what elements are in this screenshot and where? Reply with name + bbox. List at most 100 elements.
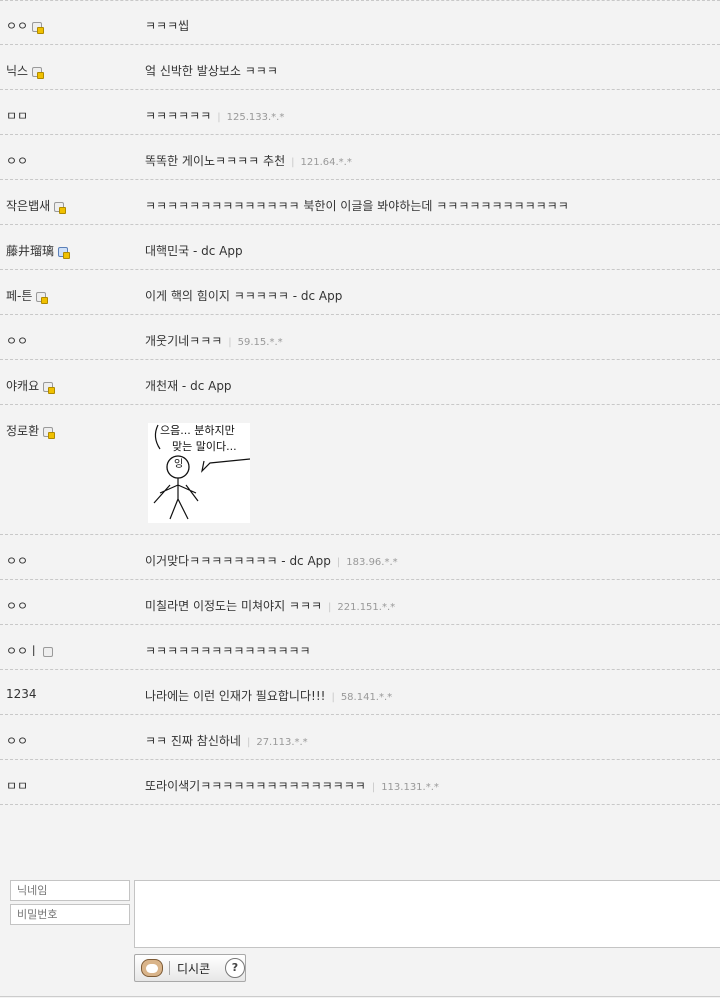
comment-nickname-text: ㅇㅇㅣ [6, 644, 40, 658]
comment-body: 이거맞다ㅋㅋㅋㅋㅋㅋㅋㅋ - dc App [145, 554, 331, 568]
comment-body: ㅋㅋㅋㅋㅋㅋㅋㅋㅋㅋㅋㅋㅋㅋ 북한이 이글을 봐야하는데 ㅋㅋㅋㅋㅋㅋㅋㅋㅋㅋㅋ… [145, 199, 569, 213]
comment-ip: | 125.133.*.* [217, 112, 284, 123]
ip-separator: | [328, 602, 332, 613]
comment-body: 개웃기네ㅋㅋㅋ [145, 334, 223, 348]
dccon-face-text: 잉 [174, 459, 184, 470]
gallog-icon[interactable] [58, 247, 71, 259]
ip-separator: | [336, 557, 341, 568]
comment-body: 대핵민국 - dc App [145, 244, 243, 258]
comment-text: 미칠라면 이정도는 미쳐야지 ㅋㅋㅋ | 221.151.*.* [145, 597, 395, 614]
help-button[interactable]: ? [225, 958, 245, 978]
comment-nickname[interactable]: ㅇㅇ [6, 152, 28, 169]
comment-row: ㅁㅁ ㅋㅋㅋㅋㅋㅋ | 125.133.*.* [0, 90, 720, 135]
ip-value: 125.133.*.* [226, 112, 285, 123]
comment-nickname-text: 페-튼 [6, 289, 33, 303]
comment-nickname-text: 야캐요 [6, 379, 40, 393]
comment-ip: | 59.15.*.* [228, 337, 282, 348]
comment-nickname[interactable]: ㅇㅇ [6, 597, 28, 614]
nickname-input[interactable] [10, 880, 130, 901]
comment-nickname-text: ㅁㅁ [6, 779, 29, 793]
comment-row: ㅇㅇ 개웃기네ㅋㅋㅋ | 59.15.*.* [0, 315, 720, 360]
comment-text: 개웃기네ㅋㅋㅋ | 59.15.*.* [145, 332, 283, 349]
comment-body: 개천재 - dc App [145, 379, 232, 393]
dccon-face-icon [141, 959, 163, 977]
comment-nickname[interactable]: 藤井瑠璃 [6, 242, 71, 259]
comment-nickname[interactable]: ㅇㅇㅣ [6, 642, 54, 659]
ip-separator: | [228, 337, 232, 348]
dccon-caption-line1: 으음... 분하지만 [160, 424, 235, 437]
gallog-icon[interactable] [43, 427, 56, 439]
comment-row: ㅇㅇㅣ ㅋㅋㅋㅋㅋㅋㅋㅋㅋㅋㅋㅋㅋㅋㅋ [0, 625, 720, 670]
comment-ip: | 113.131.*.* [372, 782, 439, 793]
comment-text: ㅋㅋㅋㅋㅋㅋㅋㅋㅋㅋㅋㅋㅋㅋㅋ [145, 642, 311, 659]
comment-text: 나라에는 이런 인재가 필요합니다!!! | 58.141.*.* [145, 687, 392, 704]
comment-text: 엌 신박한 발상보소 ㅋㅋㅋ [145, 62, 278, 79]
comment-nickname-text: 작은뱁새 [6, 199, 51, 213]
comment-nickname[interactable]: 1234 [6, 687, 37, 701]
gallog-icon[interactable] [32, 67, 45, 79]
password-input[interactable] [10, 904, 130, 925]
comment-row: ㅇㅇ ㅋㅋㅋ씹 [0, 0, 720, 45]
comment-body: 또라이색기ㅋㅋㅋㅋㅋㅋㅋㅋㅋㅋㅋㅋㅋㅋㅋ [145, 779, 366, 793]
ip-value: 121.64.*.* [300, 157, 352, 168]
comment-nickname[interactable]: 정로환 [6, 422, 56, 439]
comment-ip: | 183.96.*.* [337, 557, 398, 568]
comment-body: ㅋㅋ 진짜 참신하네 [145, 734, 241, 748]
gallog-icon[interactable] [32, 22, 45, 34]
dccon-caption-line2: 맞는 말이다... [172, 440, 237, 453]
ip-value: 59.15.*.* [237, 337, 283, 348]
comment-ip: | 27.113.*.* [247, 737, 308, 748]
comment-nickname[interactable]: ㅁㅁ [6, 107, 28, 124]
ip-separator: | [331, 692, 335, 703]
comment-row: ㅇㅇ ㅋㅋ 진짜 참신하네 | 27.113.*.* [0, 715, 720, 760]
comment-ip: | 221.151.*.* [328, 602, 395, 613]
comment-text: ㅋㅋㅋ씹 [145, 17, 189, 34]
gallog-icon[interactable] [36, 292, 49, 304]
comment-body: 엌 신박한 발상보소 ㅋㅋㅋ [145, 64, 278, 78]
comment-body: ㅋㅋㅋㅋㅋㅋ [145, 109, 212, 123]
comment-text: ㅋㅋㅋㅋㅋㅋ | 125.133.*.* [145, 107, 284, 124]
ip-value: 113.131.*.* [381, 782, 439, 793]
comment-body: ㅋㅋㅋㅋㅋㅋㅋㅋㅋㅋㅋㅋㅋㅋㅋ [145, 644, 311, 658]
comment-text: ㅋㅋ 진짜 참신하네 | 27.113.*.* [145, 732, 308, 749]
comment-nickname-text: 藤井瑠璃 [6, 244, 55, 258]
comment-row: 1234 나라에는 이런 인재가 필요합니다!!! | 58.141.*.* [0, 670, 720, 715]
comment-row: 야캐요 개천재 - dc App [0, 360, 720, 405]
ip-separator: | [217, 112, 221, 123]
comment-nickname[interactable]: 페-튼 [6, 287, 49, 304]
comment-nickname-text: 1234 [6, 687, 37, 701]
comment-row: ㅇㅇ 이거맞다ㅋㅋㅋㅋㅋㅋㅋㅋ - dc App | 183.96.*.* [0, 535, 720, 580]
comment-ip: | 121.64.*.* [291, 157, 352, 168]
comment-nickname-text: 닉스 [6, 64, 29, 78]
comment-text: ㅋㅋㅋㅋㅋㅋㅋㅋㅋㅋㅋㅋㅋㅋ 북한이 이글을 봐야하는데 ㅋㅋㅋㅋㅋㅋㅋㅋㅋㅋㅋ… [145, 197, 569, 214]
ip-value: 58.141.*.* [340, 692, 393, 703]
gallog-icon[interactable] [43, 382, 56, 394]
comment-nickname[interactable]: 야캐요 [6, 377, 56, 394]
comment-row: ㅁㅁ 또라이색기ㅋㅋㅋㅋㅋㅋㅋㅋㅋㅋㅋㅋㅋㅋㅋ | 113.131.*.* [0, 760, 720, 805]
gallog-icon[interactable] [43, 647, 54, 657]
comment-nickname[interactable]: ㅇㅇ [6, 552, 28, 569]
comment-text: 이게 핵의 힘이지 ㅋㅋㅋㅋㅋ - dc App [145, 287, 342, 304]
comment-nickname-text: ㅇㅇ [6, 599, 29, 613]
comment-nickname[interactable]: ㅇㅇ [6, 732, 28, 749]
bottom-divider [0, 996, 720, 997]
gallog-icon[interactable] [54, 202, 67, 214]
comment-textarea[interactable] [134, 880, 720, 948]
comment-nickname[interactable]: ㅇㅇ [6, 332, 28, 349]
comment-row: 페-튼 이게 핵의 힘이지 ㅋㅋㅋㅋㅋ - dc App [0, 270, 720, 315]
comment-nickname-text: ㅇㅇ [6, 154, 29, 168]
comment-body: ㅋㅋㅋ씹 [145, 19, 190, 33]
comment-row: 藤井瑠璃 대핵민국 - dc App [0, 225, 720, 270]
dccon-separator [169, 961, 170, 975]
comment-nickname-text: ㅁㅁ [6, 109, 29, 123]
ip-separator: | [246, 737, 251, 748]
comment-nickname[interactable]: 작은뱁새 [6, 197, 67, 214]
comment-text: 개천재 - dc App [145, 377, 232, 394]
comment-nickname-text: ㅇㅇ [6, 734, 29, 748]
ip-value: 183.96.*.* [346, 557, 398, 568]
comment-nickname[interactable]: 닉스 [6, 62, 45, 79]
comment-nickname[interactable]: ㅇㅇ [6, 17, 45, 34]
comment-nickname-text: 정로환 [6, 424, 40, 438]
comment-nickname[interactable]: ㅁㅁ [6, 777, 28, 794]
comment-text: 또라이색기ㅋㅋㅋㅋㅋㅋㅋㅋㅋㅋㅋㅋㅋㅋㅋ | 113.131.*.* [145, 777, 439, 794]
